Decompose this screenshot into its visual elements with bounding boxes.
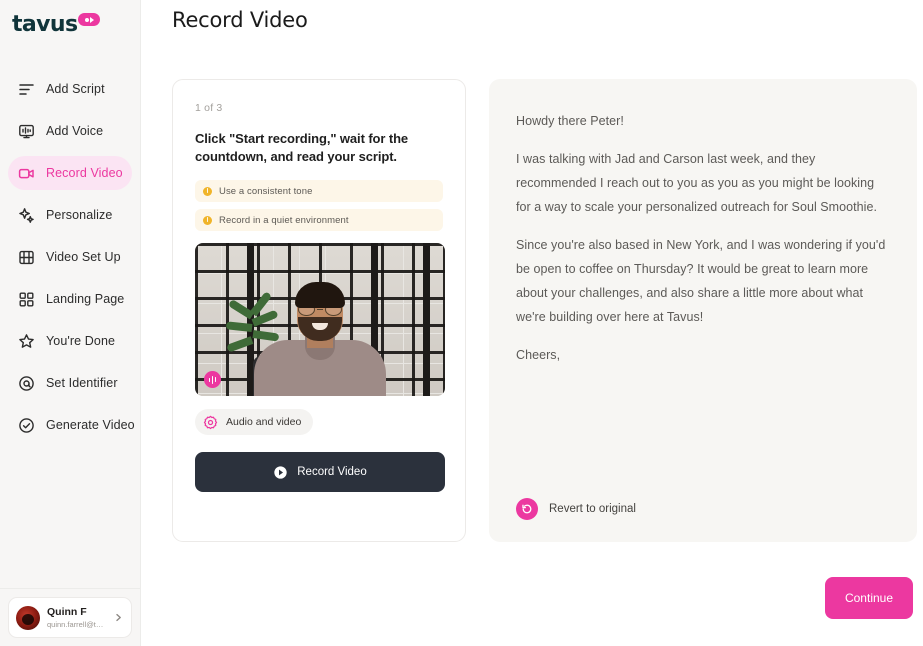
at-sign-icon bbox=[18, 375, 35, 392]
script-paragraph: I was talking with Jad and Carson last w… bbox=[516, 147, 890, 219]
sidebar-item-video-set-up[interactable]: Video Set Up bbox=[8, 240, 132, 274]
sidebar-item-label: Landing Page bbox=[46, 292, 124, 306]
screen-divider-frame bbox=[423, 243, 430, 396]
sidebar-item-personalize[interactable]: Personalize bbox=[8, 198, 132, 232]
brand-logo[interactable]: tavus bbox=[0, 0, 140, 56]
info-circle-icon bbox=[203, 216, 212, 225]
tip-label: Record in a quiet environment bbox=[219, 215, 349, 226]
brand-name: tavus bbox=[12, 12, 77, 37]
undo-arrow-icon bbox=[516, 498, 538, 520]
audio-level-icon[interactable] bbox=[204, 371, 221, 388]
user-name: Quinn F bbox=[47, 606, 106, 619]
sidebar-item-label: Record Video bbox=[46, 166, 123, 180]
user-section: Quinn F quinn.farrell@tavus.io bbox=[0, 588, 140, 646]
record-card: 1 of 3 Click "Start recording," wait for… bbox=[172, 79, 466, 542]
grid-squares-icon bbox=[18, 291, 35, 308]
star-icon bbox=[18, 333, 35, 350]
sidebar-item-set-identifier[interactable]: Set Identifier bbox=[8, 366, 132, 400]
tip-label: Use a consistent tone bbox=[219, 186, 312, 197]
user-email: quinn.farrell@tavus.io bbox=[47, 619, 106, 630]
main-content: Record Video 1 of 3 Click "Start recordi… bbox=[141, 0, 923, 646]
tips-list: Use a consistent tone Record in a quiet … bbox=[195, 180, 443, 231]
content-cards: 1 of 3 Click "Start recording," wait for… bbox=[172, 79, 917, 542]
audio-and-video-button[interactable]: Audio and video bbox=[195, 409, 313, 435]
video-preview[interactable] bbox=[195, 243, 445, 396]
record-video-button[interactable]: Record Video bbox=[195, 452, 445, 492]
gear-icon bbox=[203, 415, 218, 430]
play-circle-icon bbox=[273, 465, 288, 480]
sidebar-item-label: Generate Video bbox=[46, 418, 135, 432]
sidebar-item-generate-video[interactable]: Generate Video bbox=[8, 408, 132, 442]
page-title: Record Video bbox=[172, 8, 308, 32]
sidebar-item-add-script[interactable]: Add Script bbox=[8, 72, 132, 106]
revert-to-original-button[interactable]: Revert to original bbox=[516, 498, 636, 520]
script-panel[interactable]: Howdy there Peter! I was talking with Ja… bbox=[489, 79, 917, 542]
record-video-button-label: Record Video bbox=[297, 466, 366, 478]
sidebar-item-youre-done[interactable]: You're Done bbox=[8, 324, 132, 358]
info-circle-icon bbox=[203, 187, 212, 196]
step-indicator: 1 of 3 bbox=[195, 102, 443, 114]
film-grid-icon bbox=[18, 249, 35, 266]
sidebar-item-label: Personalize bbox=[46, 208, 112, 222]
sidebar-item-label: Video Set Up bbox=[46, 250, 121, 264]
script-lines-icon bbox=[18, 81, 35, 98]
sidebar-item-label: Add Script bbox=[46, 82, 105, 96]
user-account-button[interactable]: Quinn F quinn.farrell@tavus.io bbox=[8, 597, 132, 638]
check-seal-icon bbox=[18, 417, 35, 434]
record-instruction-heading: Click "Start recording," wait for the co… bbox=[195, 130, 443, 166]
audio-and-video-label: Audio and video bbox=[226, 416, 301, 428]
sidebar-item-label: You're Done bbox=[46, 334, 115, 348]
continue-button[interactable]: Continue bbox=[825, 577, 913, 619]
video-camera-icon bbox=[18, 165, 35, 182]
sidebar-item-add-voice[interactable]: Add Voice bbox=[8, 114, 132, 148]
tip-item: Use a consistent tone bbox=[195, 180, 443, 202]
sidebar-item-landing-page[interactable]: Landing Page bbox=[8, 282, 132, 316]
tip-item: Record in a quiet environment bbox=[195, 209, 443, 231]
revert-label: Revert to original bbox=[549, 503, 636, 515]
sidebar: tavus Add Script Add Voice bbox=[0, 0, 141, 646]
script-paragraph: Howdy there Peter! bbox=[516, 109, 890, 133]
script-paragraph: Since you're also based in New York, and… bbox=[516, 233, 890, 329]
voice-waveform-icon bbox=[18, 123, 35, 140]
script-paragraph: Cheers, bbox=[516, 343, 890, 367]
play-badge-icon bbox=[78, 13, 100, 26]
sidebar-item-label: Add Voice bbox=[46, 124, 103, 138]
chevron-right-icon bbox=[113, 612, 124, 623]
user-meta: Quinn F quinn.farrell@tavus.io bbox=[47, 606, 106, 630]
sidebar-item-label: Set Identifier bbox=[46, 376, 118, 390]
avatar bbox=[16, 606, 40, 630]
sparkles-icon bbox=[18, 207, 35, 224]
app-root: tavus Add Script Add Voice bbox=[0, 0, 923, 646]
sidebar-item-record-video[interactable]: Record Video bbox=[8, 156, 132, 190]
sidebar-nav: Add Script Add Voice Record Video bbox=[0, 68, 140, 446]
